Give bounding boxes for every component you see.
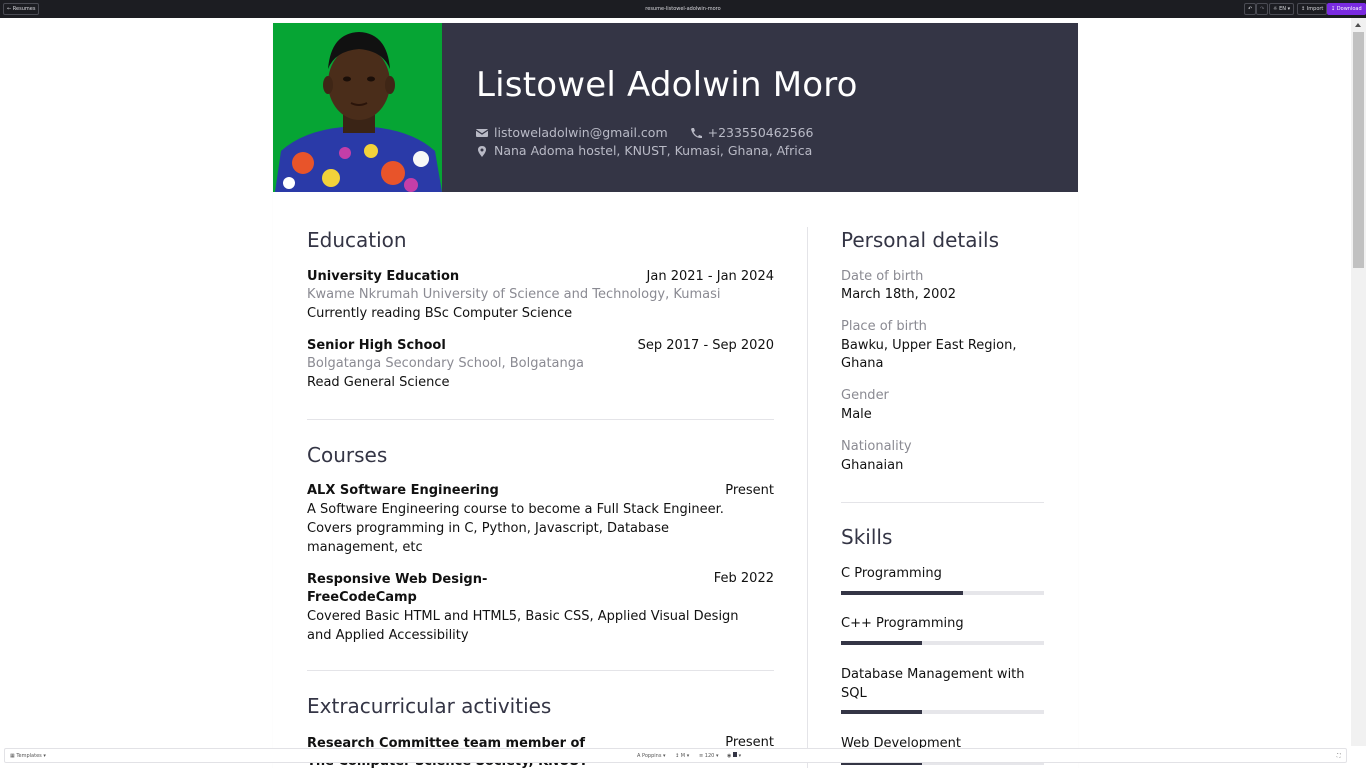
top-toolbar: ← Resumes resume-listowel-adolwin-moro ↶… — [0, 0, 1366, 18]
templates-select[interactable]: ▦ Templates ▾ — [10, 752, 46, 760]
section-divider — [307, 670, 774, 671]
detail-label: Place of birth — [841, 319, 927, 334]
skill-level-bar — [841, 641, 1044, 645]
font-icon: A — [637, 753, 641, 759]
contact-phone[interactable]: +233550462566 — [708, 125, 814, 140]
document-title: resume-listowel-adolwin-moro — [645, 6, 721, 12]
contact-row-secondary: Nana Adoma hostel, KNUST, Kumasi, Ghana,… — [476, 143, 812, 158]
resume-name: Listowel Adolwin Moro — [476, 65, 858, 105]
profile-photo-image — [273, 23, 442, 192]
envelope-icon — [476, 128, 488, 138]
font-size-select[interactable]: ↕ M ▾ — [675, 752, 689, 760]
page-scrollbar[interactable] — [1351, 18, 1366, 746]
skill-name: Database Management with SQL — [841, 667, 1025, 701]
contact-location: Nana Adoma hostel, KNUST, Kumasi, Ghana,… — [494, 143, 813, 158]
detail-value: Bawku, Upper East Region, Ghana — [841, 338, 1017, 371]
skill-level-fill — [841, 591, 963, 595]
undo-button[interactable]: ↶ — [1244, 3, 1256, 15]
resume-header: Listowel Adolwin Moro listoweladolwin@gm… — [273, 23, 1078, 192]
courses-heading: Courses — [307, 443, 388, 467]
fullscreen-button[interactable]: ⛶ — [1337, 752, 1341, 760]
translate-icon: ☼ — [1273, 6, 1278, 12]
skill-level-fill — [841, 710, 923, 714]
color-select[interactable]: ◉ ▾ — [727, 752, 741, 760]
detail-label: Gender — [841, 388, 889, 403]
education-heading: Education — [307, 228, 407, 252]
language-select[interactable]: ☼ EN ▾ — [1269, 3, 1295, 15]
skill-name: C++ Programming — [841, 616, 964, 631]
course-entry-title: Responsive Web Design- FreeCodeCamp — [307, 572, 488, 605]
education-entry-title: Senior High School — [307, 338, 446, 353]
scrollbar-thumb[interactable] — [1353, 32, 1364, 268]
chevron-down-icon: ▾ — [686, 753, 690, 759]
extracurricular-heading: Extracurricular activities — [307, 694, 552, 718]
skill-level-fill — [841, 641, 923, 645]
course-entry-date: Feb 2022 — [713, 571, 774, 586]
upload-icon: ↥ — [1301, 6, 1306, 12]
bottom-toolbar: ▦ Templates ▾ A Poppins ▾ ↕ M ▾ ≡ 120 ▾ … — [4, 748, 1347, 763]
chevron-down-icon: ▾ — [715, 753, 719, 759]
skill-name: C Programming — [841, 566, 942, 581]
import-button[interactable]: ↥ Import — [1297, 3, 1328, 15]
detail-label: Date of birth — [841, 269, 924, 284]
detail-label: Nationality — [841, 439, 912, 454]
section-divider — [307, 419, 774, 420]
line-spacing-select[interactable]: ≡ 120 ▾ — [699, 752, 718, 760]
text-size-icon: ↕ — [675, 753, 680, 759]
redo-button[interactable]: ↷ — [1256, 3, 1268, 15]
section-divider — [841, 502, 1044, 503]
education-entry-institution: Bolgatanga Secondary School, Bolgatanga — [307, 356, 584, 371]
palette-icon: ◉ — [727, 753, 732, 759]
chevron-down-icon: ▾ — [738, 753, 742, 759]
course-entry-description: Covered Basic HTML and HTML5, Basic CSS,… — [307, 609, 739, 643]
education-entry-description: Currently reading BSc Computer Science — [307, 306, 573, 321]
chevron-down-icon: ▾ — [1287, 6, 1291, 12]
skill-level-bar — [841, 591, 1044, 595]
detail-value: Male — [841, 407, 872, 422]
chevron-down-icon: ▾ — [43, 753, 46, 759]
resume-page: Listowel Adolwin Moro listoweladolwin@gm… — [273, 23, 1078, 768]
redo-icon: ↷ — [1260, 6, 1265, 12]
location-pin-icon — [476, 146, 488, 157]
contact-email[interactable]: listoweladolwin@gmail.com — [494, 125, 668, 140]
color-swatch — [732, 752, 737, 757]
contact-row-primary: listoweladolwin@gmail.com +233550462566 — [476, 125, 814, 140]
education-entry-date: Sep 2017 - Sep 2020 — [637, 338, 774, 353]
chevron-down-icon: ▾ — [663, 753, 666, 759]
font-select[interactable]: A Poppins ▾ — [637, 752, 666, 760]
grid-icon: ▦ — [10, 753, 15, 759]
education-entry-description: Read General Science — [307, 375, 450, 390]
fullscreen-icon: ⛶ — [1337, 753, 1341, 759]
detail-value: Ghanaian — [841, 458, 904, 473]
detail-value: March 18th, 2002 — [841, 287, 956, 302]
personal-details-heading: Personal details — [841, 228, 1000, 252]
skills-heading: Skills — [841, 525, 893, 549]
skill-level-bar — [841, 710, 1044, 714]
phone-icon — [690, 128, 702, 138]
education-entry-institution: Kwame Nkrumah University of Science and … — [307, 287, 721, 302]
line-height-icon: ≡ — [699, 753, 704, 759]
download-icon: ↧ — [1331, 6, 1336, 12]
course-entry-description: A Software Engineering course to become … — [307, 502, 724, 555]
scroll-up-arrow-icon[interactable] — [1355, 23, 1361, 27]
education-entry-date: Jan 2021 - Jan 2024 — [646, 269, 774, 284]
course-entry-date: Present — [725, 483, 774, 498]
profile-photo — [273, 23, 442, 192]
course-entry-title: ALX Software Engineering — [307, 483, 499, 498]
column-divider — [807, 227, 808, 768]
undo-icon: ↶ — [1248, 6, 1253, 12]
education-entry-title: University Education — [307, 269, 460, 284]
download-button[interactable]: ↧ Download — [1327, 3, 1366, 15]
